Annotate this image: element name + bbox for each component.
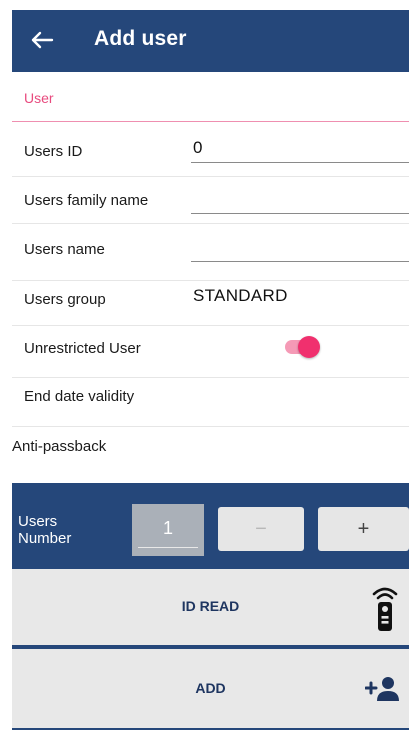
users-id-label: Users ID xyxy=(24,143,83,160)
add-label: ADD xyxy=(195,680,226,696)
id-read-button[interactable]: ID READ xyxy=(12,569,409,645)
app-screen: Add user User Users ID 0 Users family na… xyxy=(12,10,409,730)
page-title: Add user xyxy=(94,27,187,50)
family-name-input[interactable] xyxy=(193,188,403,214)
users-number-underline xyxy=(138,547,198,548)
increment-button[interactable]: + xyxy=(318,507,409,551)
anti-passback-label: Anti-passback xyxy=(12,438,107,455)
unrestricted-row: Unrestricted User xyxy=(12,325,409,378)
unrestricted-label: Unrestricted User xyxy=(24,340,141,357)
end-date-row[interactable]: End date validity xyxy=(12,377,409,427)
users-group-label: Users group xyxy=(24,291,106,308)
family-name-label: Users family name xyxy=(24,192,149,209)
arrow-left-icon[interactable] xyxy=(26,24,58,56)
users-id-input[interactable]: 0 xyxy=(193,138,202,158)
users-number-label: Users Number xyxy=(18,513,72,547)
decrement-button[interactable]: − xyxy=(218,507,304,551)
users-number-input[interactable]: 1 xyxy=(132,504,204,556)
unrestricted-toggle-thumb[interactable] xyxy=(298,336,320,358)
family-name-row: Users family name xyxy=(12,176,409,224)
section-label-user: User xyxy=(24,90,54,106)
anti-passback-row[interactable]: Anti-passback xyxy=(12,426,409,466)
end-date-label: End date validity xyxy=(24,388,135,405)
id-read-label: ID READ xyxy=(181,598,240,614)
remote-signal-icon xyxy=(372,587,398,631)
users-id-underline xyxy=(191,162,409,163)
users-number-value: 1 xyxy=(162,518,173,538)
users-group-row: Users group STANDARD xyxy=(12,280,409,326)
users-name-row: Users name xyxy=(12,223,409,281)
app-bar: Add user xyxy=(12,10,409,72)
users-group-select[interactable]: STANDARD xyxy=(193,286,288,306)
users-name-underline xyxy=(191,261,409,262)
users-name-label: Users name xyxy=(24,241,105,258)
users-id-row: Users ID 0 xyxy=(12,122,409,177)
add-user-icon xyxy=(365,677,399,701)
family-name-underline xyxy=(191,213,409,214)
add-button[interactable]: ADD xyxy=(12,649,409,728)
